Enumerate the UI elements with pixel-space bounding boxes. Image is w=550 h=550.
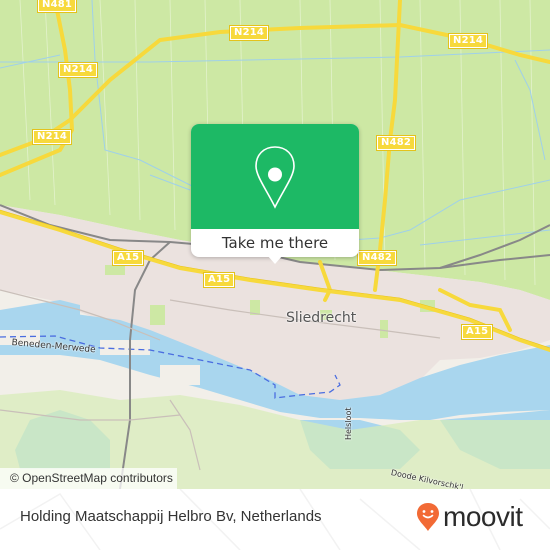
place-name: Holding Maatschappij Helbro Bv, Netherla…: [20, 508, 322, 525]
map[interactable]: N481 N214 N214 N214 N214 N482 N482 A15 A…: [0, 0, 550, 489]
road-shield-a15: A15: [460, 324, 494, 340]
popup-header: [191, 124, 359, 229]
road-shield-n482: N482: [356, 250, 398, 266]
location-popup: Take me there: [191, 124, 359, 264]
moovit-logo[interactable]: moovit: [416, 500, 523, 534]
take-me-there-button[interactable]: Take me there: [191, 229, 359, 257]
road-shield-n214: N214: [31, 129, 73, 145]
map-pin-icon: [255, 146, 295, 209]
road-shield-n214: N214: [228, 25, 270, 41]
road-shield-n482: N482: [375, 135, 417, 151]
road-shield-n481: N481: [36, 0, 78, 13]
road-shield-a15: A15: [111, 250, 145, 266]
street-label-helsloot: Helsloot: [344, 407, 353, 440]
osm-attribution-link[interactable]: © OpenStreetMap contributors: [0, 468, 177, 489]
road-shield-n214: N214: [447, 33, 489, 49]
popup-pointer: [267, 255, 283, 264]
city-label-sliedrecht: Sliedrecht: [286, 310, 357, 326]
moovit-smiley-pin-icon: [417, 503, 439, 531]
road-shield-n214: N214: [57, 62, 99, 78]
moovit-wordmark: moovit: [443, 501, 523, 532]
footer-bar: Holding Maatschappij Helbro Bv, Netherla…: [0, 489, 550, 550]
road-shield-a15: A15: [202, 272, 236, 288]
